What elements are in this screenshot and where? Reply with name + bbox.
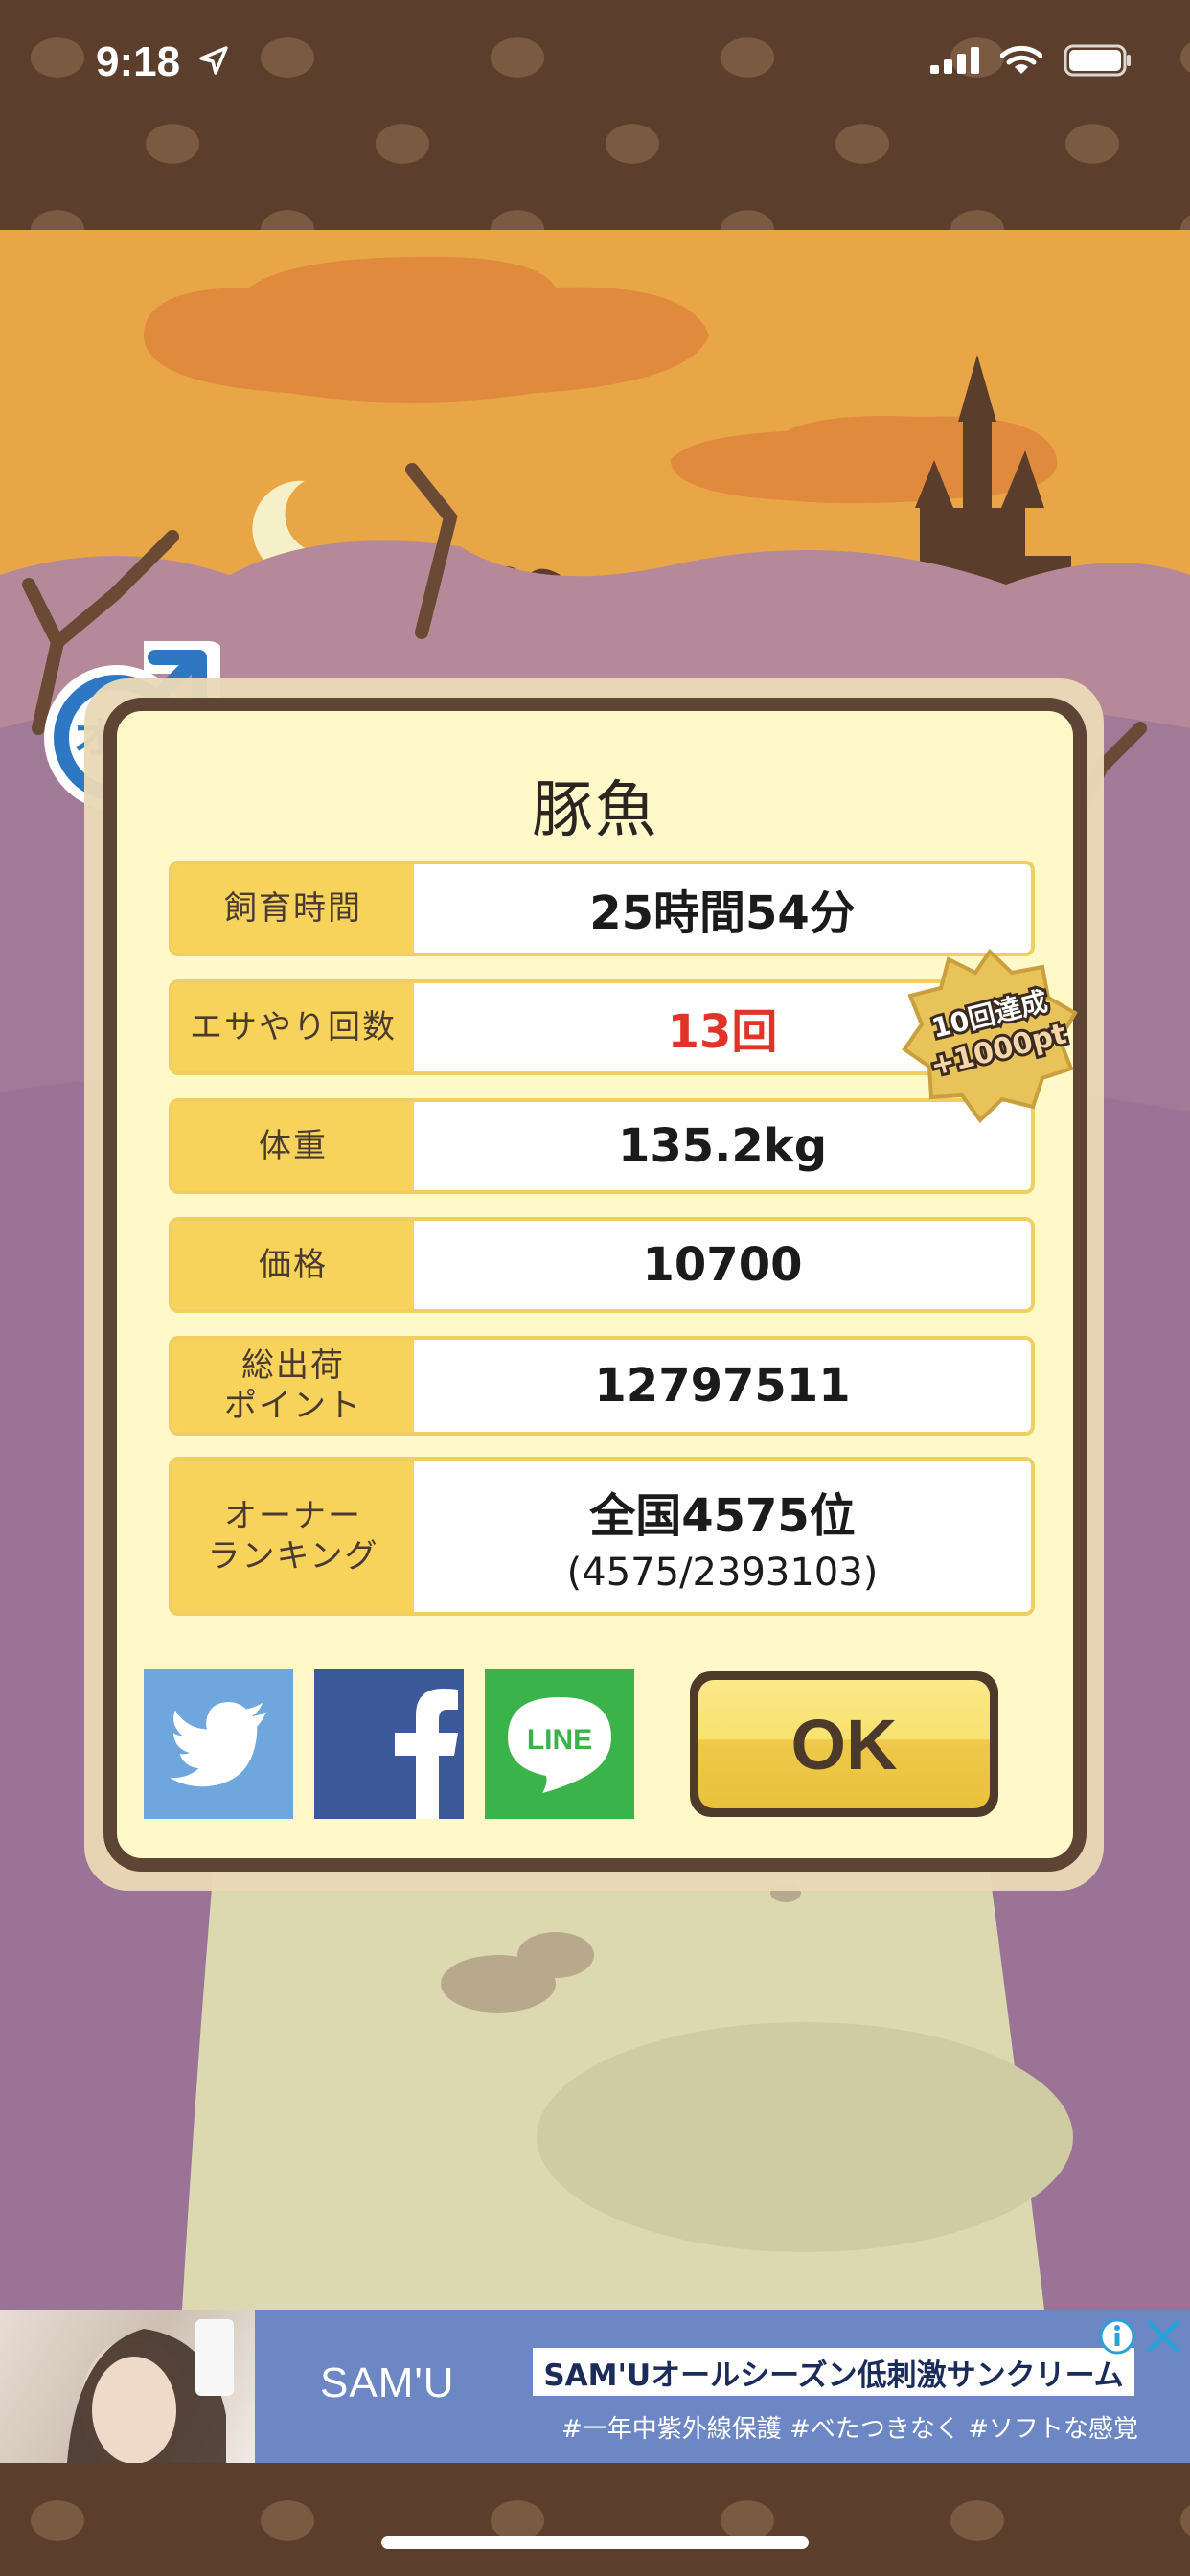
battery-icon bbox=[1064, 44, 1131, 77]
ad-info-icon[interactable] bbox=[1098, 2317, 1136, 2356]
ad-headline: SAM'Uオールシーズン低刺激サンクリーム bbox=[533, 2348, 1134, 2396]
stat-value: 12797511 bbox=[414, 1340, 1031, 1432]
stat-label: 価格 bbox=[172, 1221, 414, 1309]
twitter-icon bbox=[170, 1701, 266, 1787]
result-dialog: 豚魚 飼育時間 25時間54分 エサやり回数 13回 体重 135.2kg 価格… bbox=[103, 698, 1087, 1872]
twitter-share-button[interactable] bbox=[144, 1669, 293, 1819]
stat-value: 25時間54分 bbox=[414, 864, 1031, 953]
facebook-share-button[interactable] bbox=[314, 1669, 464, 1819]
stat-label: オーナー ランキング bbox=[172, 1460, 414, 1612]
stat-label: 総出荷 ポイント bbox=[172, 1340, 414, 1432]
ad-banner[interactable]: SAM'U SAM'Uオールシーズン低刺激サンクリーム #一年中紫外線保護 #べ… bbox=[0, 2310, 1190, 2463]
stat-value-text: 135.2kg bbox=[617, 1119, 828, 1173]
stat-label: エサやり回数 bbox=[172, 983, 414, 1071]
location-arrow-icon bbox=[199, 46, 228, 75]
fish-name-title: 豚魚 bbox=[532, 775, 658, 846]
stat-value: 10700 bbox=[414, 1221, 1031, 1309]
ranking-detail: (4575/2393103) bbox=[566, 1551, 879, 1595]
line-icon: LINE bbox=[508, 1697, 611, 1793]
ad-subtext: #一年中紫外線保護 #べたつきなく #ソフトな感覚 bbox=[561, 2415, 1138, 2444]
ad-brand: SAM'U bbox=[320, 2359, 455, 2406]
top-pattern-band bbox=[0, 0, 1190, 230]
bottom-pattern-band bbox=[0, 2463, 1190, 2576]
stat-row-owner-ranking: オーナー ランキング 全国4575位 (4575/2393103) bbox=[169, 1457, 1035, 1616]
wifi-icon bbox=[1000, 45, 1042, 74]
stat-value-text: 13回 bbox=[667, 1005, 778, 1059]
ad-photo bbox=[0, 2310, 255, 2463]
ok-button-label: OK bbox=[698, 1680, 990, 1808]
stat-value-text: 25時間54分 bbox=[589, 886, 856, 940]
ad-model-image bbox=[67, 2319, 234, 2463]
stat-value-text: 全国4575位 bbox=[589, 1489, 856, 1543]
signal-icon bbox=[930, 47, 979, 74]
line-label: LINE bbox=[527, 1724, 592, 1756]
home-indicator[interactable] bbox=[381, 2536, 809, 2549]
line-share-button[interactable]: LINE bbox=[485, 1669, 634, 1819]
status-icons bbox=[930, 44, 1133, 77]
stat-row-breeding-time: 飼育時間 25時間54分 bbox=[169, 861, 1035, 956]
stat-value-text: 12797511 bbox=[594, 1359, 851, 1413]
stat-value: 全国4575位 (4575/2393103) bbox=[414, 1460, 1031, 1612]
stat-label: 体重 bbox=[172, 1102, 414, 1190]
stat-value-text: 10700 bbox=[642, 1238, 803, 1292]
ad-close-icon[interactable] bbox=[1142, 2315, 1184, 2358]
status-time: 9:18 bbox=[96, 38, 181, 85]
facebook-icon bbox=[395, 1689, 458, 1819]
stat-row-shipping-points: 総出荷 ポイント 12797511 bbox=[169, 1336, 1035, 1436]
ok-button[interactable]: OK bbox=[690, 1671, 998, 1817]
stat-label: 飼育時間 bbox=[172, 864, 414, 953]
achievement-badge: 10回達成 +1000pt bbox=[902, 948, 1078, 1124]
stat-row-price: 価格 10700 bbox=[169, 1217, 1035, 1313]
